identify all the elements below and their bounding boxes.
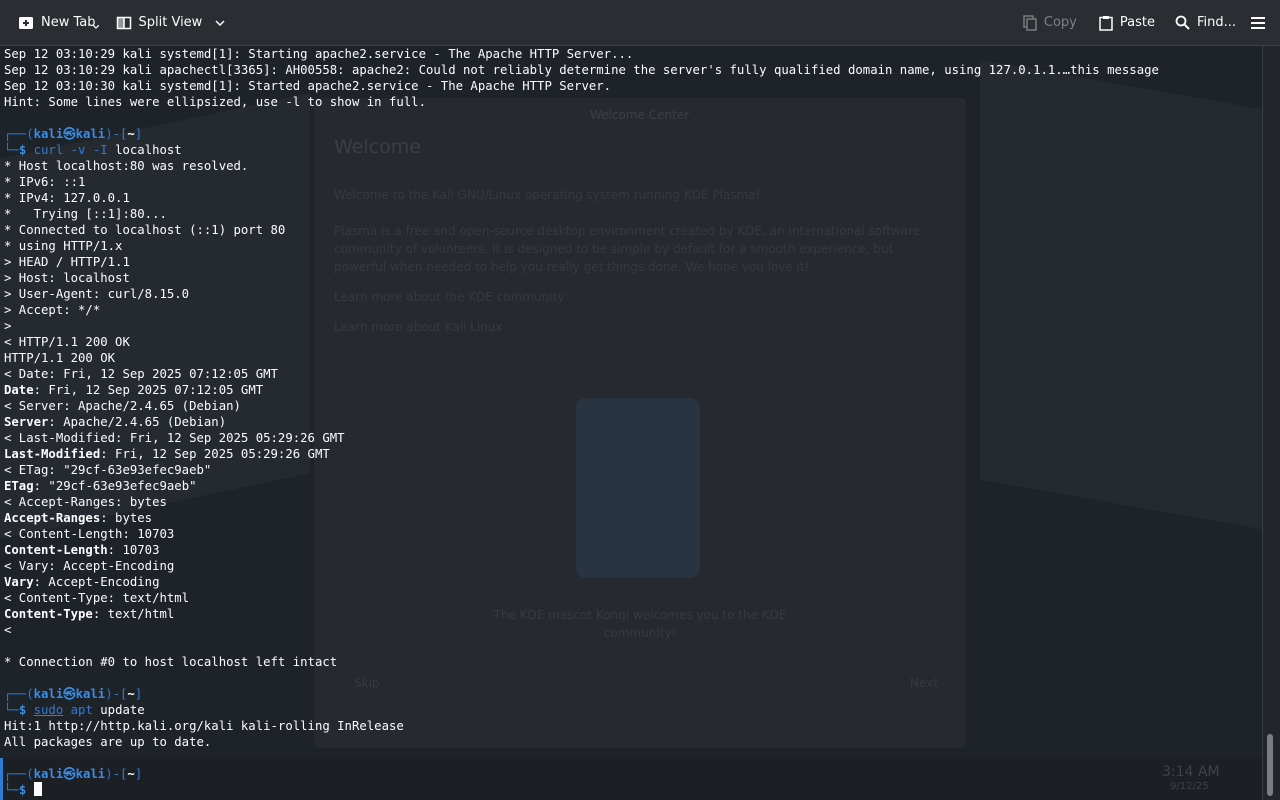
header-line: Server: Apache/2.4.65 (Debian) [4, 414, 226, 430]
header-key: Last-Modified [4, 447, 101, 461]
header-line: Vary: Accept-Encoding [4, 574, 159, 590]
header-key: ETag [4, 479, 34, 493]
terminal-view[interactable]: Sep 12 03:10:29 kali systemd[1]: Startin… [0, 46, 1262, 800]
copy-label: Copy [1043, 15, 1077, 30]
header-line: < Accept-Ranges: bytes [4, 495, 167, 509]
menu-button[interactable] [1244, 8, 1272, 38]
header-value: : Apache/2.4.65 (Debian) [48, 415, 227, 429]
header-key: Date [4, 383, 34, 397]
log-line: Hint: Some lines were ellipsized, use -l… [4, 95, 426, 109]
prompt-header: ┌──(kali㉿kali)-[~] [4, 127, 143, 141]
command-name: curl [33, 143, 64, 157]
header-value: : text/html [92, 607, 175, 621]
header-line: < Content-Length: 10703 [4, 527, 175, 541]
header-line: < ETag: "29cf-63e93efec9aeb" [4, 463, 212, 477]
header-line: < Vary: Accept-Encoding [4, 559, 175, 573]
header-value: : Accept-Encoding [33, 575, 160, 589]
log-line: Sep 12 03:10:30 kali systemd[1]: Started… [4, 79, 612, 93]
curl-output-line: * Host localhost:80 was resolved. [4, 159, 249, 173]
curl-output-line: > User-Agent: curl/8.15.0 [4, 287, 190, 301]
header-line: Content-Type: text/html [4, 606, 174, 622]
header-key: Content-Type [4, 607, 93, 621]
log-line: Sep 12 03:10:29 kali apachectl[3365]: AH… [4, 63, 1159, 77]
command-line: └─$ curl -v -I localhost [4, 143, 182, 157]
curl-output-line: * Connected to localhost (::1) port 80 [4, 223, 286, 237]
split-view-button[interactable]: Split View [108, 8, 234, 38]
active-prompt-marker [0, 758, 3, 800]
header-value: : Fri, 12 Sep 2025 05:29:26 GMT [100, 447, 330, 461]
paste-label: Paste [1119, 15, 1155, 30]
command-line: └─$ sudo apt update [4, 703, 145, 717]
curl-output-line: < HTTP/1.1 200 OK [4, 335, 130, 349]
hamburger-menu-icon [1251, 16, 1265, 30]
curl-output-line: < Date: Fri, 12 Sep 2025 07:12:05 GMT [4, 367, 278, 381]
curl-output-line: * Trying [::1]:80... [4, 207, 167, 221]
paste-icon [1099, 15, 1113, 31]
curl-output-line: * IPv4: 127.0.0.1 [4, 191, 130, 205]
header-value: : Fri, 12 Sep 2025 07:12:05 GMT [33, 383, 264, 397]
header-line: ETag: "29cf-63e93efec9aeb" [4, 478, 197, 494]
text-cursor [33, 782, 42, 796]
scrollbar-track[interactable] [1262, 46, 1280, 800]
header-line: Accept-Ranges: bytes [4, 510, 152, 526]
header-line: Last-Modified: Fri, 12 Sep 2025 05:29:26… [4, 446, 330, 462]
curl-output-line: > HEAD / HTTP/1.1 [4, 255, 130, 269]
header-line: < Server: Apache/2.4.65 (Debian) [4, 399, 241, 413]
log-line: Sep 12 03:10:29 kali systemd[1]: Startin… [4, 47, 634, 61]
chevron-down-icon[interactable] [215, 19, 225, 26]
header-key: Content-Length [4, 543, 108, 557]
curl-output-line: > Host: localhost [4, 271, 130, 285]
find-button[interactable]: Find... [1167, 8, 1244, 38]
header-line: < Last-Modified: Fri, 12 Sep 2025 05:29:… [4, 431, 345, 445]
curl-output-line: > [4, 319, 12, 333]
curl-output-line: * IPv6: ::1 [4, 175, 86, 189]
apt-output-line: Hit:1 http://http.kali.org/kali kali-rol… [4, 719, 404, 733]
prompt-header: ┌──(kali㉿kali)-[~] [4, 687, 143, 701]
copy-icon [1023, 14, 1037, 31]
find-label: Find... [1196, 15, 1236, 30]
new-tab-icon [18, 15, 34, 31]
header-line: < [4, 623, 12, 637]
header-value: : bytes [100, 511, 153, 525]
search-icon [1175, 15, 1190, 30]
chevron-down-icon[interactable] [93, 24, 99, 29]
konsole-toolbar: New Tab Split View Copy Paste Find... [0, 0, 1280, 46]
prompt-header: ┌──(kali㉿kali)-[~] [4, 767, 143, 781]
scrollbar-thumb[interactable] [1267, 734, 1273, 796]
new-tab-label: New Tab [41, 15, 96, 30]
header-key: Accept-Ranges [4, 511, 101, 525]
header-key: Server [4, 415, 49, 429]
header-value: : "29cf-63e93efec9aeb" [33, 479, 197, 493]
curl-output-line: * using HTTP/1.x [4, 239, 123, 253]
scrollbar-separator [1262, 46, 1263, 800]
split-view-label: Split View [138, 15, 203, 30]
command-line[interactable]: └─$ [4, 782, 42, 798]
header-line: * Connection #0 to host localhost left i… [4, 655, 338, 669]
new-tab-button[interactable]: New Tab [10, 8, 104, 38]
apt-output-line: All packages are up to date. [4, 735, 212, 749]
header-line: < Content-Type: text/html [4, 591, 190, 605]
copy-button[interactable]: Copy [1015, 8, 1085, 38]
paste-button[interactable]: Paste [1091, 8, 1163, 38]
command-name: sudo [33, 703, 64, 717]
header-key: Vary [4, 575, 34, 589]
header-value: : 10703 [107, 543, 160, 557]
split-view-icon [116, 15, 132, 31]
header-line: Content-Length: 10703 [4, 542, 159, 558]
curl-output-line: HTTP/1.1 200 OK [4, 351, 116, 365]
curl-output-line: > Accept: */* [4, 303, 101, 317]
header-line: Date: Fri, 12 Sep 2025 07:12:05 GMT [4, 382, 263, 398]
